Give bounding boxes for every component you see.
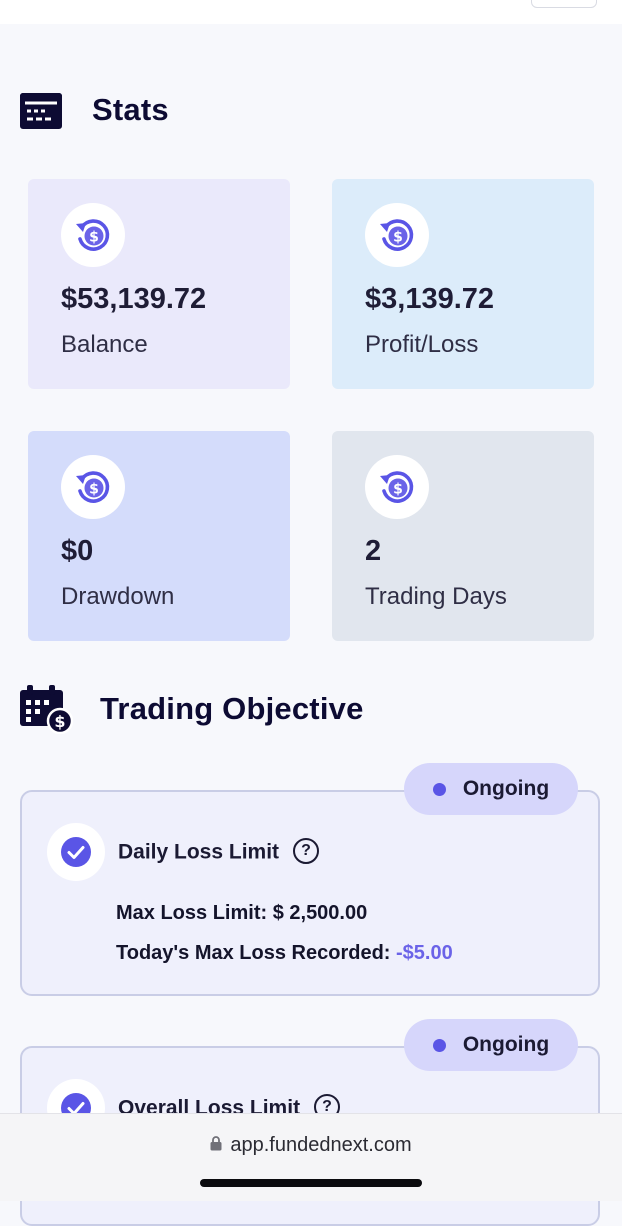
check-circle-icon (61, 837, 91, 867)
daily-loss-limit-title: Daily Loss Limit? (118, 838, 320, 866)
status-badge: Ongoing (404, 763, 578, 815)
drawdown-value: $0 (61, 535, 94, 567)
stat-card-balance: $ $53,139.72 Balance (28, 179, 290, 389)
lock-icon (210, 1136, 222, 1151)
refresh-dollar-icon: $ (61, 455, 125, 519)
daily-loss-limit-label: Daily Loss Limit (118, 840, 280, 864)
stat-card-trading-days: $ 2 Trading Days (332, 431, 594, 641)
max-loss-recorded-label: Today's Max Loss Recorded: (116, 942, 391, 964)
home-indicator[interactable] (200, 1179, 422, 1187)
max-loss-limit-value: $ 2,500.00 (272, 902, 368, 924)
status-badge-label: Ongoing (462, 1033, 550, 1056)
help-icon[interactable]: ? (293, 838, 320, 864)
refresh-dollar-icon: $ (365, 455, 429, 519)
profit-loss-label: Profit/Loss (365, 331, 479, 358)
browser-address-bar: app.fundednext.com (0, 1113, 622, 1201)
max-loss-recorded-value: -$5.00 (396, 942, 453, 964)
calendar-dollar-icon: $ (20, 685, 73, 734)
balance-label: Balance (61, 331, 148, 358)
drawdown-label: Drawdown (61, 583, 175, 610)
url-text: app.fundednext.com (230, 1134, 412, 1156)
top-bar-button[interactable] (531, 0, 597, 8)
svg-text:$: $ (54, 712, 65, 731)
stat-card-profit-loss: $ $3,139.72 Profit/Loss (332, 179, 594, 389)
url-field[interactable]: app.fundednext.com (0, 1134, 622, 1157)
trading-days-value: 2 (365, 535, 382, 567)
stats-header: Stats (19, 90, 169, 130)
profit-loss-value: $3,139.72 (365, 283, 495, 315)
trading-objective-header: $ Trading Objective (19, 684, 364, 734)
check-badge (47, 823, 105, 881)
trading-days-label: Trading Days (365, 583, 507, 610)
objective-card-daily-loss: Daily Loss Limit? Max Loss Limit: $ 2,50… (20, 790, 600, 996)
stat-card-drawdown: $ $0 Drawdown (28, 431, 290, 641)
max-loss-limit-row: Max Loss Limit: $ 2,500.00 (116, 902, 367, 925)
trading-objective-title: Trading Objective (100, 691, 364, 726)
top-bar (0, 0, 622, 24)
stats-icon (20, 93, 62, 129)
max-loss-recorded-row: Today's Max Loss Recorded: -$5.00 (116, 942, 453, 965)
svg-text:$: $ (89, 482, 99, 498)
balance-value: $53,139.72 (61, 283, 207, 315)
max-loss-limit-label: Max Loss Limit: (116, 902, 268, 924)
refresh-dollar-icon: $ (61, 203, 125, 267)
status-badge: Ongoing (404, 1019, 578, 1071)
svg-text:$: $ (393, 230, 403, 246)
status-dot-icon (432, 1038, 446, 1052)
stats-title: Stats (92, 92, 169, 127)
svg-text:$: $ (393, 482, 403, 498)
status-dot-icon (432, 782, 446, 796)
status-badge-label: Ongoing (462, 777, 550, 800)
svg-text:$: $ (89, 230, 99, 246)
refresh-dollar-icon: $ (365, 203, 429, 267)
